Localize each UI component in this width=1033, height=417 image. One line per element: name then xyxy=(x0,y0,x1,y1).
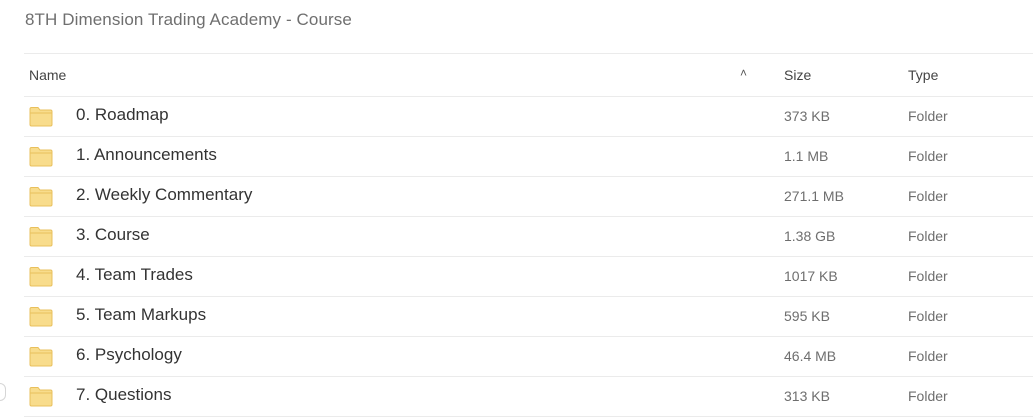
file-type: Folder xyxy=(908,268,948,284)
table-header: Name ˄ Size Type xyxy=(24,53,1033,97)
file-name[interactable]: 4. Team Trades xyxy=(76,265,193,285)
file-table: Name ˄ Size Type 0. Roadmap 373 KB Folder 1… xyxy=(24,53,1033,417)
table-row[interactable]: 4. Team Trades 1017 KB Folder xyxy=(24,257,1033,297)
folder-icon xyxy=(29,106,53,127)
table-row[interactable]: 0. Roadmap 373 KB Folder xyxy=(24,97,1033,137)
file-name[interactable]: 6. Psychology xyxy=(76,345,182,365)
file-size: 1.38 GB xyxy=(784,228,836,244)
file-type: Folder xyxy=(908,108,948,124)
file-name[interactable]: 3. Course xyxy=(76,225,150,245)
file-type: Folder xyxy=(908,308,948,324)
file-type: Folder xyxy=(908,388,948,404)
table-row[interactable]: 3. Course 1.38 GB Folder xyxy=(24,217,1033,257)
file-name[interactable]: 5. Team Markups xyxy=(76,305,206,325)
file-name[interactable]: 2. Weekly Commentary xyxy=(76,185,252,205)
file-size: 373 KB xyxy=(784,108,830,124)
folder-icon xyxy=(29,386,53,407)
folder-icon xyxy=(29,266,53,287)
size-column-header[interactable]: Size xyxy=(784,67,811,83)
file-size: 271.1 MB xyxy=(784,188,844,204)
file-name[interactable]: 1. Announcements xyxy=(76,145,217,165)
file-size: 313 KB xyxy=(784,388,830,404)
folder-icon xyxy=(29,146,53,167)
file-type: Folder xyxy=(908,348,948,364)
folder-icon xyxy=(29,346,53,367)
table-row[interactable]: 7. Questions 313 KB Folder xyxy=(24,377,1033,417)
chevron-up-icon[interactable]: ˄ xyxy=(740,66,747,80)
file-size: 1017 KB xyxy=(784,268,838,284)
file-size: 46.4 MB xyxy=(784,348,837,364)
table-row[interactable]: 6. Psychology 46.4 MB Folder xyxy=(24,337,1033,377)
table-row[interactable]: 1. Announcements 1.1 MB Folder xyxy=(24,137,1033,177)
name-column-header[interactable]: Name xyxy=(29,67,66,83)
file-size: 1.1 MB xyxy=(784,148,829,164)
file-name[interactable]: 7. Questions xyxy=(76,385,171,405)
folder-icon xyxy=(29,186,53,207)
folder-icon xyxy=(29,306,53,327)
table-body: 0. Roadmap 373 KB Folder 1. Announcements 1.… xyxy=(24,97,1033,417)
type-column-header[interactable]: Type xyxy=(908,67,938,83)
file-type: Folder xyxy=(908,188,948,204)
folder-icon xyxy=(29,226,53,247)
file-type: Folder xyxy=(908,228,948,244)
page-title: 8TH Dimension Trading Academy - Course xyxy=(25,10,352,29)
table-row[interactable]: 5. Team Markups 595 KB Folder xyxy=(24,297,1033,337)
file-name[interactable]: 0. Roadmap xyxy=(76,105,169,125)
file-type: Folder xyxy=(908,148,948,164)
file-size: 595 KB xyxy=(784,308,830,324)
scroll-handle[interactable] xyxy=(0,383,6,401)
table-row[interactable]: 2. Weekly Commentary 271.1 MB Folder xyxy=(24,177,1033,217)
